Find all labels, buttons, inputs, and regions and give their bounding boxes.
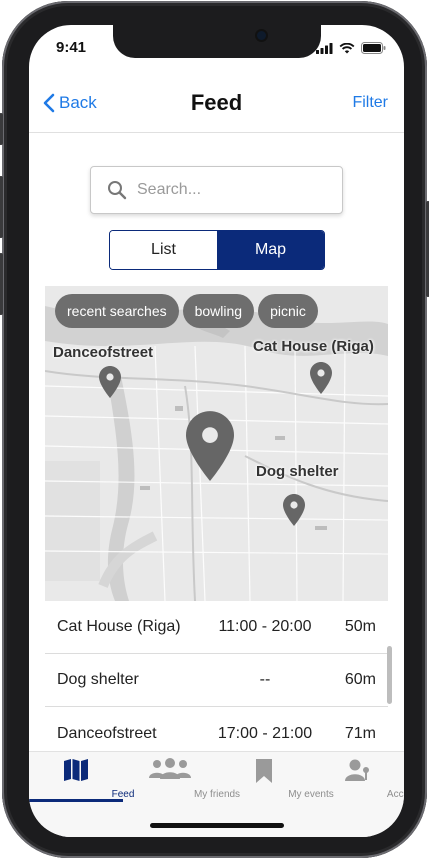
place-distance: 50m: [344, 618, 376, 635]
map-view[interactable]: recent searches bowling picnic Danceofst…: [45, 286, 388, 601]
mute-switch: [0, 113, 3, 145]
tab-account[interactable]: Account: [311, 752, 404, 802]
camera-icon: [257, 31, 266, 40]
tab-feed[interactable]: Feed: [29, 752, 134, 802]
view-toggle: List Map: [109, 230, 325, 270]
tab-my-events[interactable]: My events: [217, 752, 334, 802]
filter-button[interactable]: Filter: [352, 94, 388, 112]
people-icon: [149, 758, 191, 779]
notch: [113, 25, 321, 58]
map-label-dog-shelter: Dog shelter: [256, 463, 339, 480]
chip-recent-searches[interactable]: recent searches: [55, 294, 179, 328]
app-screen: 9:41 Back Feed Filter Search... List Map…: [29, 25, 404, 837]
search-input[interactable]: [137, 181, 327, 199]
place-hours: 17:00 - 21:00: [217, 724, 313, 742]
volume-up-button: [0, 176, 3, 238]
map-label-danceofstreet: Danceofstreet: [53, 344, 154, 361]
place-name: Danceofstreet: [57, 724, 157, 742]
tab-my-friends[interactable]: My friends: [123, 752, 240, 802]
battery-icon: [361, 42, 386, 54]
place-name: Dog shelter: [57, 671, 139, 688]
search-icon: [108, 181, 127, 200]
list-scrollbar[interactable]: [387, 646, 392, 704]
place-hours: --: [259, 671, 271, 688]
navigation-bar: Back Feed Filter: [29, 77, 404, 133]
volume-down-button: [0, 253, 3, 315]
chip-bowling[interactable]: bowling: [182, 294, 255, 328]
list-view-button[interactable]: List: [110, 231, 217, 269]
list-item[interactable]: Dog shelter -- 60m: [45, 654, 388, 707]
wifi-icon: [339, 42, 355, 53]
phone-frame: 9:41 Back Feed Filter Search... List Map…: [0, 1, 429, 858]
location-pin-icon[interactable]: [283, 494, 305, 526]
current-location-pin-icon[interactable]: [186, 411, 234, 481]
search-chips: recent searches bowling picnic: [55, 294, 318, 328]
bookmark-icon: [256, 759, 272, 783]
places-list: Cat House (Riga) 11:00 - 20:00 50m Dog s…: [45, 601, 388, 760]
place-distance: 71m: [344, 724, 376, 742]
chip-picnic[interactable]: picnic: [258, 294, 318, 328]
location-pin-icon[interactable]: [99, 366, 121, 398]
place-distance: 60m: [344, 671, 376, 688]
place-hours: 11:00 - 20:00: [218, 618, 312, 635]
account-icon: [345, 759, 369, 781]
status-icons: [316, 42, 386, 54]
back-button[interactable]: Back: [43, 93, 97, 113]
tab-account-label: Account: [386, 789, 404, 800]
main-content: List Map: [29, 134, 404, 751]
map-label-cat-house: Cat House (Riga): [253, 338, 374, 355]
status-time: 9:41: [56, 39, 87, 56]
back-label: Back: [59, 93, 97, 112]
list-item[interactable]: Cat House (Riga) 11:00 - 20:00 50m: [45, 601, 388, 654]
chevron-left-icon: [43, 93, 55, 113]
search-box[interactable]: [90, 166, 343, 214]
map-view-button[interactable]: Map: [217, 231, 324, 269]
location-pin-icon[interactable]: [310, 362, 332, 394]
map-icon: [64, 759, 88, 781]
active-tab-indicator: [29, 799, 123, 802]
place-name: Cat House (Riga): [57, 618, 181, 635]
home-indicator[interactable]: [150, 823, 284, 828]
